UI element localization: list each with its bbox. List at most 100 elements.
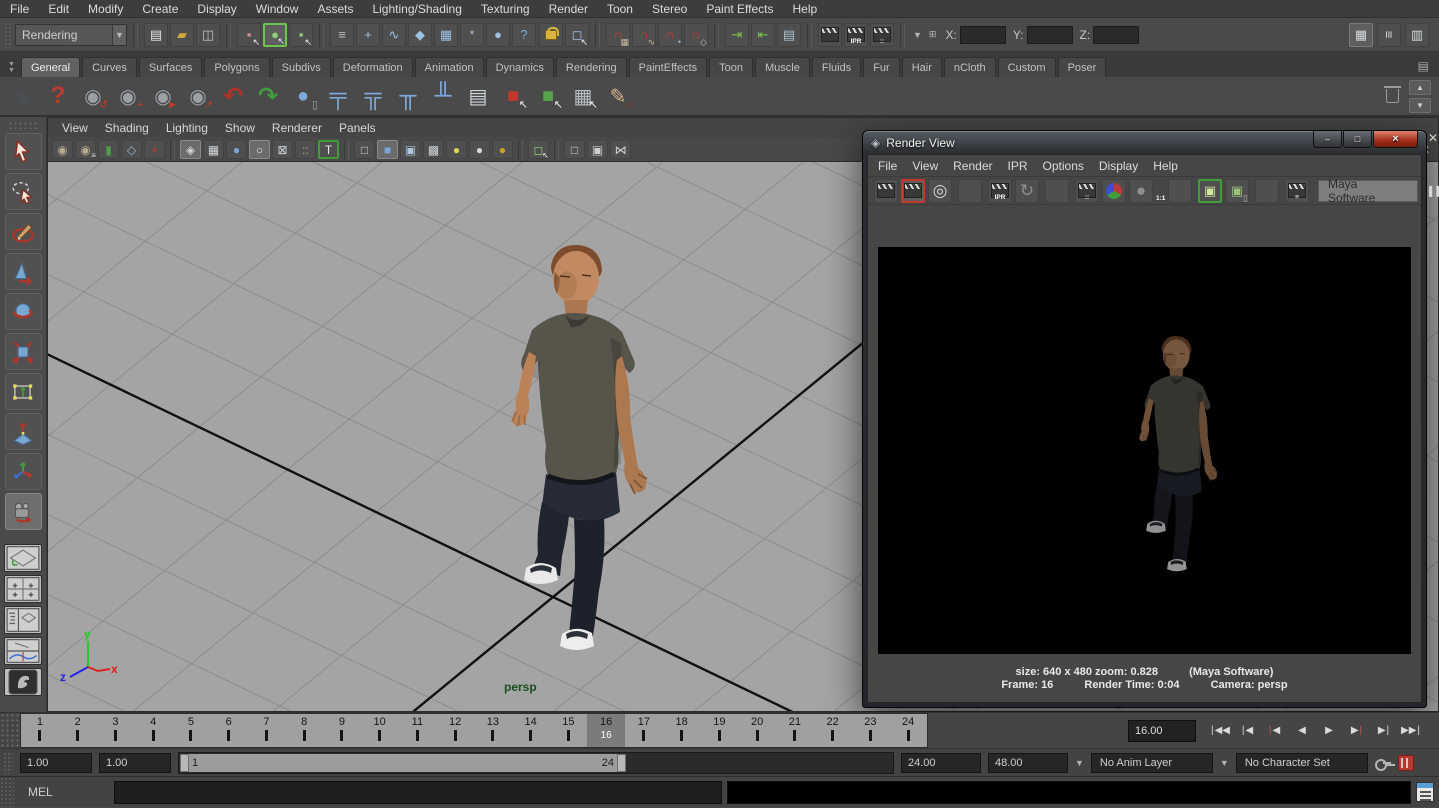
panel-icon[interactable] <box>554 140 559 160</box>
shelf-tab-rendering[interactable]: Rendering <box>556 57 627 77</box>
wireframe-mode-icon[interactable]: □ <box>354 140 375 159</box>
menu-item[interactable]: Edit <box>48 2 69 16</box>
timeline-frame[interactable]: 20 <box>738 714 776 747</box>
textured-mode-icon[interactable]: ▣ <box>400 140 421 159</box>
menu-item[interactable]: Render <box>549 2 588 16</box>
menu-item[interactable]: Create <box>142 2 178 16</box>
paint-script-icon[interactable]: ✎○ <box>603 81 633 111</box>
render-view-menu-item[interactable]: Options <box>1043 159 1084 173</box>
menu-item[interactable]: Display <box>197 2 236 16</box>
select-object-mode-icon[interactable]: ●↖ <box>263 23 287 47</box>
layout-persp-graph[interactable] <box>4 637 42 665</box>
tool-settings-icon[interactable]: ≡ <box>1377 23 1401 47</box>
menu-set-dropdown[interactable]: Rendering ▼ <box>15 24 127 46</box>
render-view-menu-item[interactable]: View <box>912 159 938 173</box>
graph-nodes-icon-2[interactable]: ╦ <box>358 81 388 111</box>
use-all-lights-icon[interactable]: ▩ <box>423 140 444 159</box>
toolbar-grab-handle[interactable] <box>4 22 12 48</box>
command-feedback-field[interactable] <box>727 781 1411 804</box>
auto-keyframe-icon[interactable] <box>1398 755 1414 771</box>
menu-item[interactable]: Texturing <box>481 2 530 16</box>
timeline-frame[interactable]: 11 <box>399 714 437 747</box>
menu-item[interactable]: Toon <box>607 2 633 16</box>
current-time-field[interactable]: 16.00 <box>1128 720 1196 742</box>
shelf-tab-poser[interactable]: Poser <box>1058 57 1107 77</box>
step-forward-key-button[interactable]: ▶| <box>1343 719 1369 743</box>
render-view-tool-icon[interactable] <box>958 179 982 203</box>
panel-menu-item[interactable]: Lighting <box>166 121 208 135</box>
range-grab-handle[interactable] <box>3 752 13 774</box>
attribute-editor-icon[interactable]: ▦ <box>1349 23 1373 47</box>
render-region-marquee-icon[interactable]: :: <box>1075 179 1099 203</box>
snap-menu-icon[interactable]: ≡ <box>330 23 354 47</box>
panel-menu-item[interactable]: Renderer <box>272 121 322 135</box>
lasso-select-tool[interactable] <box>5 173 42 210</box>
menu-item[interactable]: File <box>10 2 29 16</box>
timeline-frame[interactable]: 24 <box>889 714 927 747</box>
close-icon[interactable]: ✕ <box>1428 131 1438 145</box>
shelf-tab-fur[interactable]: Fur <box>863 57 900 77</box>
refresh-ipr-icon[interactable]: ↻ <box>1015 179 1039 203</box>
rotate-tool[interactable] <box>5 293 42 330</box>
select-hierarchy-icon[interactable]: ▪↖ <box>237 23 261 47</box>
timeline-frame[interactable]: 23 <box>852 714 890 747</box>
undo-icon[interactable]: ↶ <box>218 81 248 111</box>
timeline-frame[interactable]: 10 <box>361 714 399 747</box>
shelf-tab-polygons[interactable]: Polygons <box>204 57 269 77</box>
character-set-button[interactable]: No Character Set <box>1236 753 1368 773</box>
redo-previous-render-icon[interactable] <box>874 179 898 203</box>
menu-item[interactable]: Window <box>256 2 299 16</box>
field-chart-icon[interactable]: ⊠ <box>272 140 293 159</box>
render-canvas[interactable] <box>878 247 1411 654</box>
shelf-options-icon[interactable]: ▼▼ <box>6 62 19 77</box>
render-view-menu-item[interactable]: Render <box>953 159 992 173</box>
timeline-frame[interactable]: 3 <box>97 714 135 747</box>
absolute-mode-icon[interactable]: ⊞ <box>927 29 939 40</box>
move-tool[interactable] <box>5 253 42 290</box>
gate-mask-icon[interactable]: ○ <box>249 140 270 159</box>
save-scene-icon[interactable]: ◫ <box>196 23 220 47</box>
range-end-handle[interactable] <box>617 754 626 772</box>
snap-to-curve-icon[interactable]: ∩∿ <box>632 23 656 47</box>
render-settings-icon[interactable]: :: <box>870 23 894 47</box>
play-backwards-button[interactable]: ◀ <box>1289 719 1315 743</box>
render-view-window[interactable]: ◈ Render View – □ × FileViewRenderIPROpt… <box>862 130 1427 708</box>
snap-to-point-icon[interactable]: ∩• <box>658 23 682 47</box>
panel-menu-item[interactable]: Panels <box>339 121 376 135</box>
timeline-frame[interactable]: 14 <box>512 714 550 747</box>
set-key-icon[interactable] <box>1375 758 1391 768</box>
close-button[interactable]: × <box>1373 131 1418 148</box>
render-view-menu-item[interactable]: Display <box>1099 159 1138 173</box>
shelf-tab-ncloth[interactable]: nCloth <box>944 57 996 77</box>
maximize-button[interactable]: □ <box>1343 131 1372 148</box>
timeline-frame[interactable]: 13 <box>474 714 512 747</box>
character-model[interactable] <box>472 238 672 658</box>
plain-cube-icon[interactable]: □ <box>564 140 585 159</box>
panel-menu-item[interactable]: View <box>62 121 88 135</box>
timeline-frame[interactable]: 1 <box>21 714 59 747</box>
step-back-frame-button[interactable]: |◀ <box>1235 719 1261 743</box>
command-line-grab-handle[interactable] <box>0 777 14 807</box>
inputs-connections-icon[interactable]: ⇥ <box>725 23 749 47</box>
bookmarks-icon[interactable]: ▮ <box>98 140 119 159</box>
select-group-icon[interactable]: ▦↖ <box>568 81 598 111</box>
shelf-tab-muscle[interactable]: Muscle <box>755 57 810 77</box>
playback-end-field[interactable]: 24.00 <box>901 753 981 773</box>
timeline-frame[interactable]: 12 <box>436 714 474 747</box>
select-component-icon[interactable]: ▪↖ <box>289 23 313 47</box>
menu-item[interactable]: Lighting/Shading <box>372 2 461 16</box>
mask-points-icon[interactable]: + <box>356 23 380 47</box>
command-language-label[interactable]: MEL <box>14 785 114 799</box>
graph-nodes-icon-1[interactable]: ╤ <box>323 81 353 111</box>
last-tool-used[interactable] <box>5 493 42 530</box>
scale-tool[interactable] <box>5 333 42 370</box>
outputs-connections-icon[interactable]: ⇤ <box>751 23 775 47</box>
lock-icon[interactable] <box>539 23 563 47</box>
shelf-tab-animation[interactable]: Animation <box>415 57 484 77</box>
render-current-frame-icon[interactable] <box>818 23 842 47</box>
select-green-cube-icon[interactable]: ■↖ <box>533 81 563 111</box>
light-default-icon[interactable]: ● <box>446 140 467 159</box>
shelf-tab-hair[interactable]: Hair <box>902 57 942 77</box>
pause-ipr-icon[interactable]: ▌▌ <box>1429 186 1439 196</box>
step-forward-frame-button[interactable]: ▶| <box>1370 719 1396 743</box>
